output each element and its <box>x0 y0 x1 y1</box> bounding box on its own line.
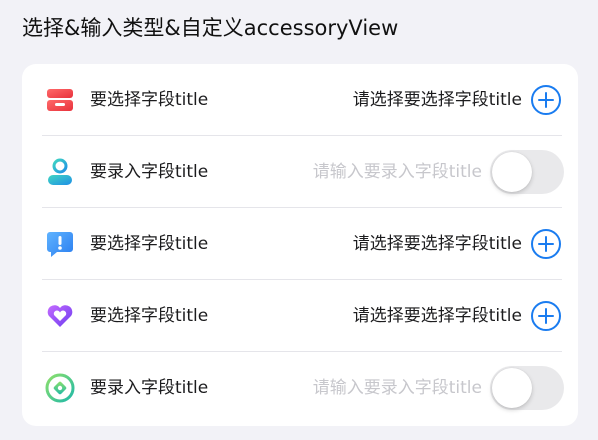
toggle-knob <box>492 368 532 408</box>
select-value[interactable]: 请选择要选择字段title <box>353 208 522 280</box>
inbox-icon <box>44 84 76 116</box>
form-row-select-3[interactable]: 要选择字段title 请选择要选择字段title <box>22 280 578 352</box>
plus-circle-icon[interactable] <box>530 228 562 260</box>
toggle-knob <box>492 152 532 192</box>
plus-circle-icon[interactable] <box>530 300 562 332</box>
form-row-select-1[interactable]: 要选择字段title 请选择要选择字段title <box>22 64 578 136</box>
field-label: 要录入字段title <box>90 378 209 398</box>
field-label: 要选择字段title <box>90 306 209 326</box>
form-row-input-2[interactable]: 要录入字段title 请输入要录入字段title <box>22 352 578 424</box>
toggle-switch[interactable] <box>490 366 564 410</box>
heart-icon <box>44 300 76 332</box>
text-input-placeholder[interactable]: 请输入要录入字段title <box>313 352 482 424</box>
field-label: 要选择字段title <box>90 234 209 254</box>
form-row-input-1[interactable]: 要录入字段title 请输入要录入字段title <box>22 136 578 208</box>
field-label: 要录入字段title <box>90 162 209 182</box>
plus-circle-icon[interactable] <box>530 84 562 116</box>
form-row-select-2[interactable]: 要选择字段title 请选择要选择字段title <box>22 208 578 280</box>
select-value[interactable]: 请选择要选择字段title <box>353 64 522 136</box>
field-label: 要选择字段title <box>90 90 209 110</box>
section-title: 选择&输入类型&自定义accessoryView <box>22 16 399 40</box>
message-alert-icon <box>44 228 76 260</box>
target-icon <box>44 372 76 404</box>
text-input-placeholder[interactable]: 请输入要录入字段title <box>313 136 482 208</box>
select-value[interactable]: 请选择要选择字段title <box>353 280 522 352</box>
user-icon <box>44 156 76 188</box>
toggle-switch[interactable] <box>490 150 564 194</box>
form-card: 要选择字段title 请选择要选择字段title 要录入字段title 请输入要… <box>22 64 578 426</box>
